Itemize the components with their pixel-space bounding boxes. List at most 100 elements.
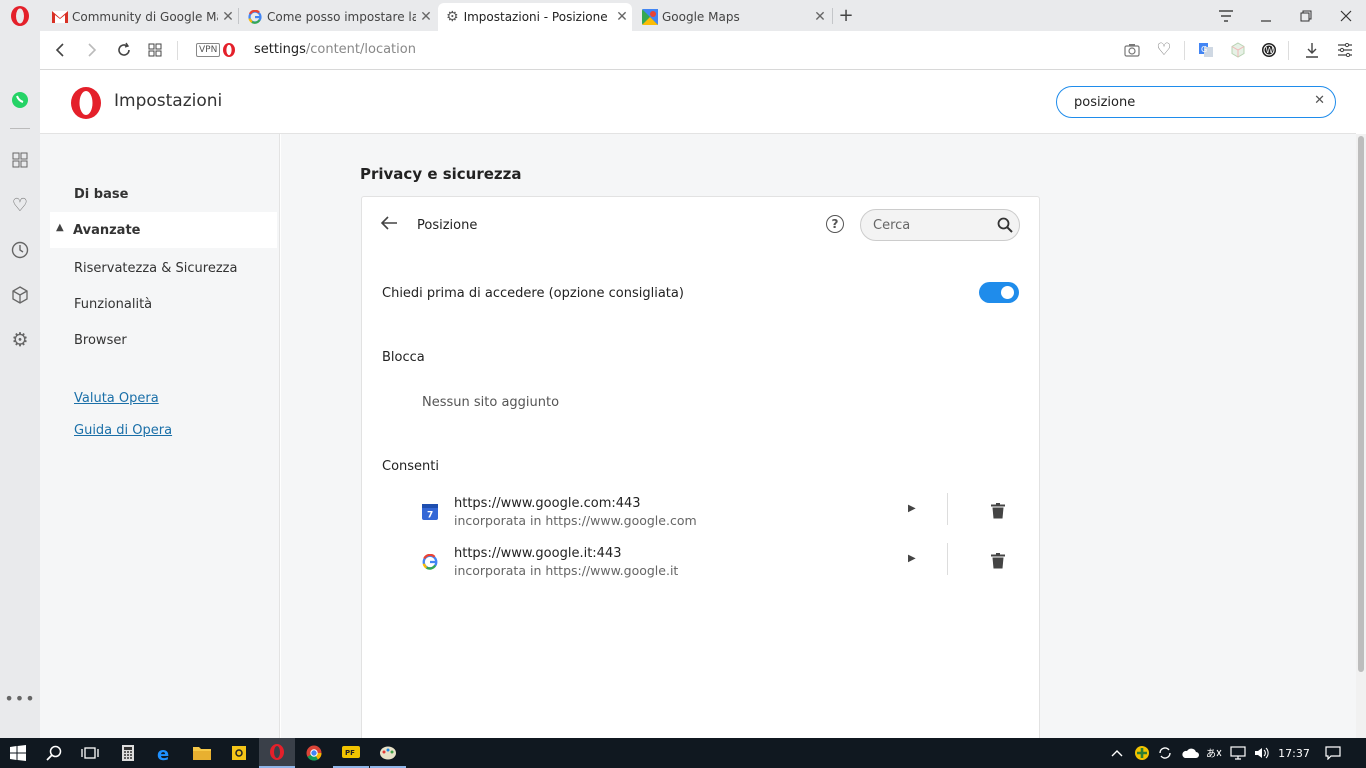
help-icon[interactable]: ?	[826, 215, 844, 233]
windows-start-icon[interactable]	[0, 738, 36, 768]
google-icon	[248, 10, 262, 24]
search-icon[interactable]	[36, 738, 72, 768]
trash-icon[interactable]	[991, 553, 1005, 569]
settings-search-input[interactable]: posizione ✕	[1056, 86, 1336, 118]
google-calendar-icon: 7	[422, 504, 438, 520]
nav-privacy[interactable]: Riservatezza & Sicurezza	[74, 261, 237, 276]
minimize-button[interactable]	[1246, 0, 1286, 31]
trash-icon[interactable]	[991, 503, 1005, 519]
extensions-cube-icon[interactable]	[8, 283, 32, 307]
whatsapp-icon[interactable]	[8, 88, 32, 112]
page-scrollbar[interactable]	[1356, 134, 1366, 738]
expand-arrow-icon[interactable]: ▶	[908, 553, 916, 564]
reload-icon[interactable]	[114, 40, 134, 60]
search-value: posizione	[1074, 95, 1136, 110]
opera-taskbar-icon[interactable]	[259, 738, 295, 768]
svg-text:e: e	[157, 744, 169, 762]
edge-icon[interactable]: e	[147, 738, 183, 768]
nav-basic[interactable]: Di base	[74, 187, 128, 202]
calculator-icon[interactable]	[110, 738, 146, 768]
ask-before-access-toggle[interactable]	[979, 282, 1019, 303]
onedrive-cloud-icon[interactable]	[1180, 745, 1200, 761]
file-explorer-icon[interactable]	[184, 738, 220, 768]
tiles-icon[interactable]	[145, 40, 165, 60]
show-hidden-icons-icon[interactable]	[1110, 745, 1124, 761]
close-icon[interactable]: ✕	[218, 9, 238, 25]
tab-impostazioni[interactable]: ⚙ Impostazioni - Posizione ✕	[438, 3, 632, 31]
search-icon	[997, 217, 1013, 233]
restore-button[interactable]	[1286, 0, 1326, 31]
url-field[interactable]: settings/content/location	[254, 42, 416, 57]
url-path: /content/location	[305, 42, 416, 57]
nav-advanced-label: Avanzate	[73, 223, 141, 238]
tab-strip: Community di Google Map ✕ Come posso imp…	[0, 0, 1366, 31]
site-url: https://www.google.it:443	[454, 546, 622, 561]
url-host: settings	[254, 42, 306, 57]
block-heading: Blocca	[382, 350, 425, 365]
nav-browser[interactable]: Browser	[74, 333, 127, 348]
speed-dial-icon[interactable]	[8, 148, 32, 172]
tray-app-icon[interactable]	[1133, 745, 1151, 761]
tab-title: Community di Google Map	[72, 10, 218, 24]
back-icon[interactable]	[50, 40, 70, 60]
close-icon[interactable]: ✕	[810, 9, 830, 25]
forward-icon[interactable]	[82, 40, 102, 60]
app-taskbar-icon[interactable]: PF	[333, 738, 369, 768]
chrome-icon[interactable]	[296, 738, 332, 768]
close-window-button[interactable]	[1326, 0, 1366, 31]
clock-time[interactable]: 17:37	[1276, 745, 1312, 761]
close-icon[interactable]: ✕	[416, 9, 436, 25]
opera-logo-icon	[70, 86, 102, 124]
gmail-icon	[52, 11, 68, 23]
google-icon	[422, 554, 438, 570]
expand-arrow-icon[interactable]: ▶	[908, 503, 916, 514]
wordpress-icon[interactable]: W	[1259, 40, 1279, 60]
clear-search-icon[interactable]: ✕	[1314, 93, 1325, 108]
translate-icon[interactable]: G	[1196, 40, 1216, 60]
settings-gear-icon[interactable]: ⚙	[8, 328, 32, 352]
paint-app-icon[interactable]	[370, 738, 406, 768]
camera-icon[interactable]	[1122, 40, 1142, 60]
vpn-badge[interactable]: VPN	[196, 43, 221, 57]
site-search-input[interactable]: Cerca	[860, 209, 1020, 241]
allowed-site-row[interactable]: 7 https://www.google.com:443 incorporata…	[362, 489, 1039, 535]
easy-setup-icon[interactable]	[1335, 40, 1355, 60]
download-icon[interactable]	[1302, 40, 1322, 60]
sync-icon[interactable]	[1157, 745, 1173, 761]
volume-icon[interactable]	[1253, 745, 1271, 761]
tab-title: Come posso impostare la s	[267, 10, 416, 24]
scrollbar-thumb[interactable]	[1358, 136, 1364, 672]
new-tab-button[interactable]: +	[836, 4, 856, 26]
extension-cube-icon[interactable]	[1228, 40, 1248, 60]
action-center-icon[interactable]	[1323, 745, 1343, 761]
tab-google-maps[interactable]: Google Maps ✕	[634, 3, 830, 31]
settings-header: Impostazioni posizione ✕	[40, 70, 1356, 134]
network-icon[interactable]	[1229, 745, 1247, 761]
search-placeholder: Cerca	[873, 218, 911, 233]
bookmark-heart-icon[interactable]: ♡	[1154, 40, 1174, 60]
back-arrow-icon[interactable]	[380, 215, 398, 235]
address-bar: VPN settings/content/location ♡ G W	[40, 31, 1366, 70]
allowed-site-row[interactable]: https://www.google.it:443 incorporata in…	[362, 539, 1039, 585]
nav-advanced[interactable]: ▲ Avanzate	[50, 212, 277, 248]
svg-text:7: 7	[427, 511, 433, 521]
input-method-icon[interactable]: あ	[1205, 745, 1223, 761]
svg-text:W: W	[1266, 46, 1274, 55]
location-card: Posizione ? Cerca Chiedi prima di accede…	[361, 196, 1040, 756]
block-empty-text: Nessun sito aggiunto	[422, 395, 560, 410]
nav-features[interactable]: Funzionalità	[74, 297, 152, 312]
close-icon[interactable]: ✕	[612, 9, 632, 25]
tab-come-posso[interactable]: Come posso impostare la s ✕	[240, 3, 436, 31]
history-icon[interactable]	[8, 238, 32, 262]
heart-icon[interactable]: ♡	[8, 193, 32, 217]
more-icon[interactable]: •••	[4, 686, 34, 710]
tab-community[interactable]: Community di Google Map ✕	[44, 3, 238, 31]
opera-menu-button[interactable]	[6, 4, 34, 28]
sidebar: ♡ ⚙ •••	[0, 31, 40, 738]
tab-menu-icon[interactable]	[1206, 0, 1246, 31]
notes-app-icon[interactable]	[221, 738, 257, 768]
settings-nav: Di base ▲ Avanzate Riservatezza & Sicure…	[40, 134, 280, 738]
rate-opera-link[interactable]: Valuta Opera	[74, 391, 159, 406]
opera-help-link[interactable]: Guida di Opera	[74, 423, 172, 438]
task-view-icon[interactable]	[72, 738, 108, 768]
